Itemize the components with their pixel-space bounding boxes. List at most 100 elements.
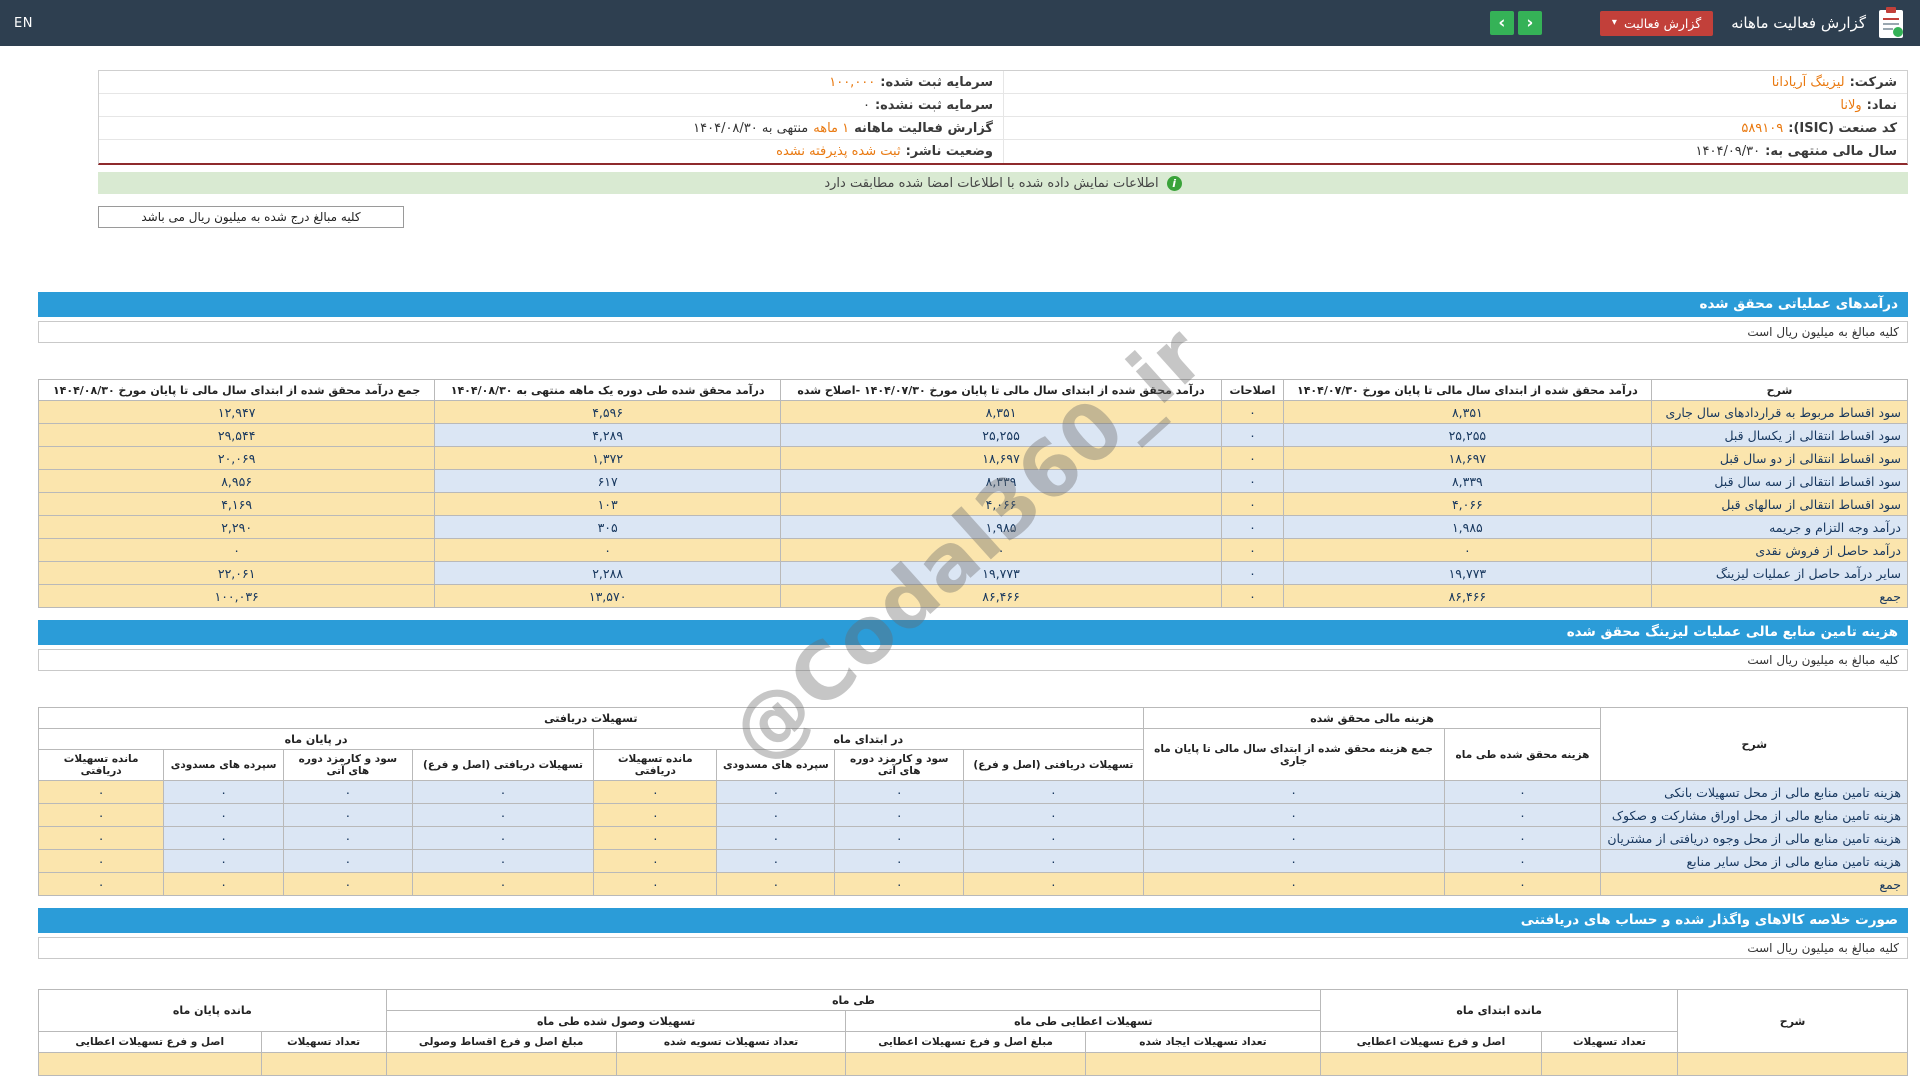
cell-value: ۰ bbox=[593, 872, 718, 896]
cell-value: ۱,۹۸۵ bbox=[1282, 515, 1652, 539]
revenue-table-header-row: شرح درآمد محقق شده از ابتدای سال مالی تا… bbox=[37, 379, 1909, 401]
cell-value bbox=[1540, 1052, 1679, 1076]
cell-value bbox=[615, 1052, 847, 1076]
cell-value: ۱,۹۸۵ bbox=[780, 515, 1223, 539]
cell-value: ۲,۲۹۰ bbox=[37, 515, 436, 539]
cell-value: ۰ bbox=[411, 872, 595, 896]
cell-value: ۱۹,۷۷۳ bbox=[1282, 561, 1652, 585]
cell-value: ۰ bbox=[716, 780, 836, 804]
row-label: سود اقساط انتقالی از سه سال قبل bbox=[1650, 469, 1909, 493]
table-row: سایر درآمد حاصل از عملیات لیزینگ ۱۹,۷۷۳ ۰ ۱… bbox=[37, 561, 1909, 585]
cell-value bbox=[38, 1052, 262, 1076]
column-header: درآمد محقق شده از ابتدای سال مالی تا پای… bbox=[1282, 379, 1652, 401]
cell-value: ۰ bbox=[593, 803, 718, 827]
report-body: درآمدهای عملیاتی محقق شده کلیه مبالغ به … bbox=[37, 292, 1909, 1076]
table-row: درآمد وجه التزام و جریمه ۱,۹۸۵ ۰ ۱,۹۸۵ ۳۰۵ ۲,… bbox=[37, 515, 1909, 539]
cell-value: ۴,۵۹۶ bbox=[434, 400, 782, 424]
column-header: اصلاحات bbox=[1221, 379, 1284, 401]
column-header: تعداد تسهیلات ایجاد شده bbox=[1084, 1031, 1322, 1053]
column-header: جمع هزینه محقق شده از ابتدای سال مالی تا… bbox=[1142, 728, 1445, 781]
cell-value: ۰ bbox=[37, 803, 165, 827]
chevron-down-icon: ▾ bbox=[1611, 17, 1617, 28]
column-header: مبلغ اصل و فرع اقساط وصولی bbox=[385, 1031, 617, 1053]
cell-value: ۴,۱۶۹ bbox=[37, 492, 436, 516]
table-row: سود اقساط انتقالی از سالهای قبل ۴,۰۶۶ ۰ ۴,۰… bbox=[37, 492, 1909, 516]
cell-value: ۸۶,۴۶۶ bbox=[780, 584, 1223, 608]
cell-value: ۰ bbox=[1221, 515, 1284, 539]
fiscal-year-value: ۱۴۰۴/۰۹/۳۰ bbox=[1695, 144, 1761, 159]
cell-value: ۰ bbox=[411, 803, 595, 827]
info-label: گزارش فعالیت ماهانه bbox=[854, 120, 993, 136]
cell-value: ۰ bbox=[593, 849, 718, 873]
info-label: وضعیت ناشر: bbox=[905, 144, 993, 159]
fiscal-year-row: سال مالی منتهی به: ۱۴۰۴/۰۹/۳۰ bbox=[1003, 140, 1907, 163]
unregistered-capital-row: سرمایه ثبت نشده: ۰ bbox=[99, 94, 1003, 117]
column-header: تسهیلات دریافتی (اصل و فرع) bbox=[963, 749, 1144, 781]
table-row: هزینه تامین منابع مالی از محل تسهیلات با… bbox=[37, 780, 1908, 804]
table-row: هزینه تامین منابع مالی از محل وجوه دریاف… bbox=[37, 826, 1908, 850]
report-period-row: گزارش فعالیت ماهانه ۱ ماهه منتهی به ۱۴۰۴… bbox=[99, 117, 1003, 140]
cell-value: ۱۳,۵۷۰ bbox=[434, 584, 782, 608]
row-label: هزینه تامین منابع مالی از محل اوراق مشار… bbox=[1600, 803, 1908, 827]
cell-value: ۰ bbox=[963, 849, 1144, 873]
group-header: مانده ابتدای ماه bbox=[1320, 989, 1679, 1032]
row-label: هزینه تامین منابع مالی از محل تسهیلات با… bbox=[1600, 780, 1908, 804]
row-label: هزینه تامین منابع مالی از محل سایر منابع bbox=[1600, 849, 1908, 873]
cell-value: ۴,۲۸۹ bbox=[434, 423, 782, 447]
prev-period-button[interactable]: ‹ bbox=[1489, 11, 1514, 35]
group-header: در پایان ماه bbox=[37, 728, 595, 750]
column-header: مبلغ اصل و فرع تسهیلات اعطایی bbox=[845, 1031, 1086, 1053]
column-header: تعداد تسهیلات تسویه شده bbox=[615, 1031, 847, 1053]
cell-value bbox=[1320, 1052, 1542, 1076]
next-period-button[interactable]: › bbox=[1517, 11, 1542, 35]
cell-value: ۰ bbox=[37, 780, 165, 804]
column-header: درآمد محقق شده طی دوره یک ماهه منتهی به … bbox=[434, 379, 782, 401]
row-label: سایر درآمد حاصل از عملیات لیزینگ bbox=[1650, 561, 1909, 585]
cell-value: ۸,۳۳۹ bbox=[1282, 469, 1652, 493]
info-icon: i bbox=[1166, 175, 1182, 191]
group-header-row: شرح هزینه مالی محقق شده تسهیلات دریافتی bbox=[38, 707, 1908, 781]
leaf-header-row: تعداد تسهیلات اصل و فرع تسهیلات اعطایی ت… bbox=[38, 1031, 1908, 1053]
cell-value: ۰ bbox=[716, 826, 836, 850]
section-header-financing-costs: هزینه تامین منابع مالی عملیات لیزینگ محق… bbox=[38, 620, 1908, 645]
cell-value: ۰ bbox=[37, 826, 165, 850]
info-label: سرمایه ثبت شده: bbox=[880, 74, 993, 90]
chevron-right-icon: › bbox=[1526, 12, 1534, 33]
table-row: سود اقساط انتقالی از سه سال قبل ۸,۳۳۹ ۰ ۸,۳… bbox=[37, 469, 1909, 493]
cell-value: ۰ bbox=[1221, 492, 1284, 516]
unregistered-capital-value: ۰ bbox=[862, 97, 870, 113]
cell-value: ۲,۲۸۸ bbox=[434, 561, 782, 585]
cell-value: ۰ bbox=[163, 780, 284, 804]
cell-value: ۱۹,۷۷۳ bbox=[780, 561, 1223, 585]
cell-value: ۰ bbox=[963, 780, 1144, 804]
table-row: سود اقساط انتقالی از دو سال قبل ۱۸,۶۹۷ ۰ ۱۸… bbox=[37, 446, 1909, 470]
cell-value: ۱۲,۹۴۷ bbox=[37, 400, 436, 424]
row-label: درآمد وجه التزام و جریمه bbox=[1650, 515, 1909, 539]
cell-value: ۳۰۵ bbox=[434, 515, 782, 539]
topbar: گزارش فعالیت ماهانه گزارش فعالیت ▾ ‹ › E… bbox=[0, 0, 1920, 46]
cell-value: ۰ bbox=[37, 849, 165, 873]
cell-value: ۰ bbox=[1221, 469, 1284, 493]
report-type-button[interactable]: گزارش فعالیت ▾ bbox=[1599, 10, 1714, 36]
cell-value: ۰ bbox=[37, 538, 436, 562]
row-label: هزینه تامین منابع مالی از محل وجوه دریاف… bbox=[1600, 826, 1908, 850]
group-header: تسهیلات وصول شده طی ماه bbox=[385, 1010, 847, 1032]
cell-value: ۰ bbox=[282, 803, 413, 827]
isic-row: کد صنعت (ISIC): ۵۸۹۱۰۹ bbox=[1003, 117, 1907, 140]
cell-value: ۱۰۰,۰۳۶ bbox=[37, 584, 436, 608]
table-row: درآمد حاصل از فروش نقدی ۰ ۰ ۰ ۰ ۰ bbox=[37, 538, 1909, 562]
row-label bbox=[1677, 1052, 1908, 1076]
cell-value: ۰ bbox=[963, 872, 1144, 896]
group-header: در ابتدای ماه bbox=[593, 728, 1144, 750]
group-header: تسهیلات دریافتی bbox=[38, 707, 1144, 729]
registered-capital-value: ۱۰۰,۰۰۰ bbox=[829, 74, 876, 90]
column-header: سپرده های مسدودی bbox=[163, 749, 284, 781]
section-subtitle: کلیه مبالغ به میلیون ریال است bbox=[38, 937, 1908, 959]
column-header: تسهیلات دریافتی (اصل و فرع) bbox=[411, 749, 595, 781]
issuer-status-value: ثبت شده پذیرفته نشده bbox=[776, 144, 901, 159]
column-header: شرح bbox=[1600, 707, 1908, 781]
row-label: سود اقساط مربوط به قراردادهای سال جاری bbox=[1650, 400, 1909, 424]
language-toggle[interactable]: EN bbox=[14, 16, 33, 31]
cell-value: ۰ bbox=[1142, 803, 1445, 827]
period-highlight: ۱ ماهه bbox=[813, 120, 850, 136]
